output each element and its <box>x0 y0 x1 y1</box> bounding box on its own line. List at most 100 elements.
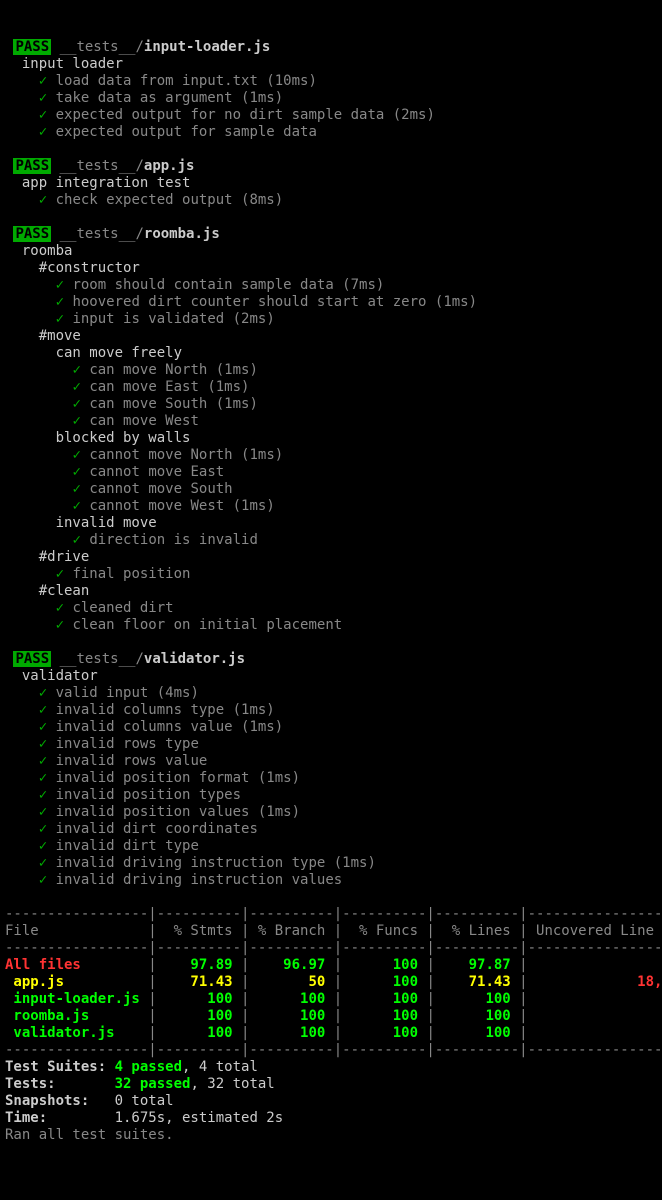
summary-suites-passed: 4 passed <box>115 1059 182 1075</box>
describe-label: validator <box>22 668 98 684</box>
describe-label: invalid move <box>56 515 157 531</box>
test-label: cannot move East <box>89 464 224 480</box>
test-label: hoovered dirt counter should start at ze… <box>72 294 477 310</box>
check-icon: ✓ <box>72 413 80 429</box>
check-icon: ✓ <box>72 362 80 378</box>
suite-file: validator.js <box>144 651 245 667</box>
test-label: check expected output (8ms) <box>56 192 284 208</box>
test-label: cannot move South <box>89 481 232 497</box>
coverage-lines: 100 <box>435 991 511 1007</box>
test-label: invalid position types <box>56 787 241 803</box>
summary-tests-label: Tests: <box>5 1076 115 1092</box>
coverage-lines: 100 <box>435 1025 511 1041</box>
check-icon: ✓ <box>39 192 47 208</box>
coverage-stmts: 100 <box>157 991 233 1007</box>
summary-ran: Ran all test suites. <box>5 1127 174 1143</box>
coverage-separator: -----------------|----------|----------|… <box>5 1042 662 1058</box>
check-icon: ✓ <box>72 481 80 497</box>
terminal-output: PASS __tests__/ input-loader.js input loa… <box>5 39 657 1144</box>
suite-file: input-loader.js <box>144 39 270 55</box>
test-label: expected output for sample data <box>56 124 317 140</box>
coverage-uncovered: 18,19 <box>528 974 662 990</box>
pass-badge: PASS <box>13 39 51 55</box>
coverage-funcs: 100 <box>342 974 418 990</box>
describe-label: #drive <box>39 549 90 565</box>
test-label: cannot move West (1ms) <box>89 498 274 514</box>
test-label: final position <box>72 566 190 582</box>
check-icon: ✓ <box>72 498 80 514</box>
summary-tests-total: , 32 total <box>190 1076 274 1092</box>
summary-time-value: 1.675s, estimated 2s <box>115 1110 284 1126</box>
coverage-branch: 100 <box>249 991 325 1007</box>
coverage-lines: 97.87 <box>435 957 511 973</box>
check-icon: ✓ <box>72 447 80 463</box>
pass-badge: PASS <box>13 226 51 242</box>
check-icon: ✓ <box>39 872 47 888</box>
coverage-funcs: 100 <box>342 991 418 1007</box>
check-icon: ✓ <box>56 294 64 310</box>
test-label: invalid rows value <box>56 753 208 769</box>
check-icon: ✓ <box>72 379 80 395</box>
test-label: can move West <box>89 413 199 429</box>
describe-label: app integration test <box>22 175 191 191</box>
check-icon: ✓ <box>39 821 47 837</box>
test-label: invalid position format (1ms) <box>56 770 300 786</box>
coverage-stmts: 97.89 <box>157 957 233 973</box>
check-icon: ✓ <box>56 600 64 616</box>
check-icon: ✓ <box>39 90 47 106</box>
coverage-file: app.js <box>5 974 140 990</box>
check-icon: ✓ <box>39 804 47 820</box>
describe-label: #constructor <box>39 260 140 276</box>
check-icon: ✓ <box>56 311 64 327</box>
test-label: input is validated (2ms) <box>72 311 274 327</box>
coverage-stmts: 100 <box>157 1008 233 1024</box>
pass-badge: PASS <box>13 158 51 174</box>
describe-label: input loader <box>22 56 123 72</box>
test-label: invalid dirt coordinates <box>56 821 258 837</box>
check-icon: ✓ <box>39 107 47 123</box>
describe-label: #move <box>39 328 81 344</box>
coverage-file: validator.js <box>5 1025 140 1041</box>
check-icon: ✓ <box>39 787 47 803</box>
check-icon: ✓ <box>39 702 47 718</box>
coverage-stmts: 100 <box>157 1025 233 1041</box>
suite-dir: __tests__/ <box>60 158 144 174</box>
summary-suites-total: , 4 total <box>182 1059 258 1075</box>
test-label: invalid columns value (1ms) <box>56 719 284 735</box>
describe-label: roomba <box>22 243 73 259</box>
summary-snapshots-value: 0 total <box>115 1093 174 1109</box>
coverage-separator: -----------------|----------|----------|… <box>5 906 662 922</box>
coverage-uncovered <box>528 1025 662 1041</box>
test-label: invalid rows type <box>56 736 199 752</box>
describe-label: #clean <box>39 583 90 599</box>
check-icon: ✓ <box>72 532 80 548</box>
test-label: invalid position values (1ms) <box>56 804 300 820</box>
check-icon: ✓ <box>72 464 80 480</box>
coverage-funcs: 100 <box>342 957 418 973</box>
test-label: invalid dirt type <box>56 838 199 854</box>
check-icon: ✓ <box>39 719 47 735</box>
coverage-uncovered <box>528 957 662 973</box>
check-icon: ✓ <box>72 396 80 412</box>
coverage-funcs: 100 <box>342 1025 418 1041</box>
suite-file: roomba.js <box>144 226 220 242</box>
coverage-branch: 100 <box>249 1008 325 1024</box>
check-icon: ✓ <box>56 617 64 633</box>
coverage-branch: 96.97 <box>249 957 325 973</box>
test-label: valid input (4ms) <box>56 685 199 701</box>
check-icon: ✓ <box>39 855 47 871</box>
test-label: invalid columns type (1ms) <box>56 702 275 718</box>
check-icon: ✓ <box>39 770 47 786</box>
test-label: cleaned dirt <box>72 600 173 616</box>
check-icon: ✓ <box>39 124 47 140</box>
summary-time-label: Time: <box>5 1110 115 1126</box>
check-icon: ✓ <box>39 685 47 701</box>
coverage-separator: -----------------|----------|----------|… <box>5 940 662 956</box>
test-label: take data as argument (1ms) <box>56 90 284 106</box>
coverage-branch: 50 <box>249 974 325 990</box>
coverage-lines: 71.43 <box>435 974 511 990</box>
coverage-uncovered <box>528 1008 662 1024</box>
check-icon: ✓ <box>56 277 64 293</box>
suite-dir: __tests__/ <box>60 651 144 667</box>
suite-dir: __tests__/ <box>60 226 144 242</box>
